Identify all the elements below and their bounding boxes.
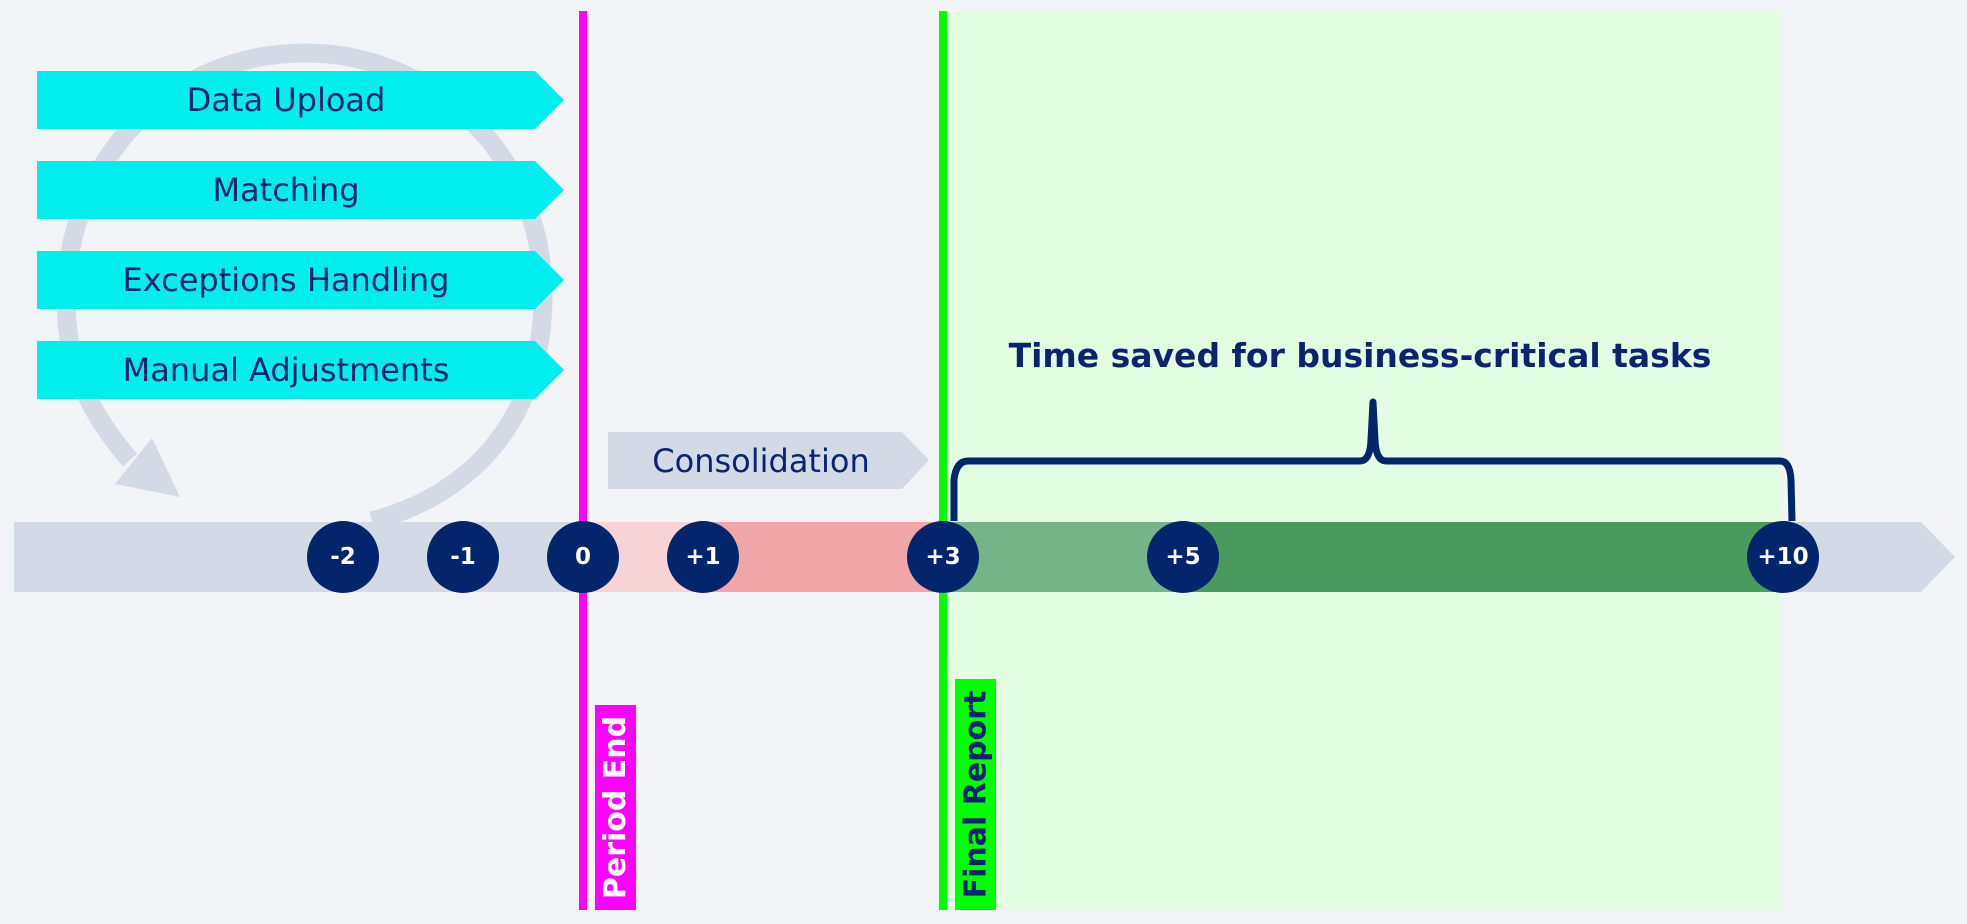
timeline-segment-5-to-10 (1183, 522, 1783, 592)
period-end-text: Period End (598, 715, 633, 900)
period-end-line (579, 11, 587, 910)
step-label: Manual Adjustments (122, 351, 450, 389)
milestone-label: +10 (1757, 544, 1809, 570)
step-label: Data Upload (186, 81, 386, 119)
period-end-label: Period End (595, 705, 636, 910)
milestone-label: +1 (685, 544, 721, 570)
milestone-label: -2 (330, 544, 356, 570)
milestone-label: -1 (450, 544, 476, 570)
consolidation-label: Consolidation (652, 441, 870, 480)
final-report-line (939, 11, 947, 910)
final-report-text: Final Report (958, 690, 993, 899)
milestone-label: +3 (925, 544, 961, 570)
time-saved-title: Time saved for business-critical tasks (1008, 336, 1712, 375)
milestone-label: 0 (574, 544, 591, 570)
step-label: Matching (212, 171, 360, 209)
step-label: Exceptions Handling (122, 261, 450, 299)
milestone-label: +5 (1165, 544, 1201, 570)
final-report-label: Final Report (955, 679, 996, 910)
